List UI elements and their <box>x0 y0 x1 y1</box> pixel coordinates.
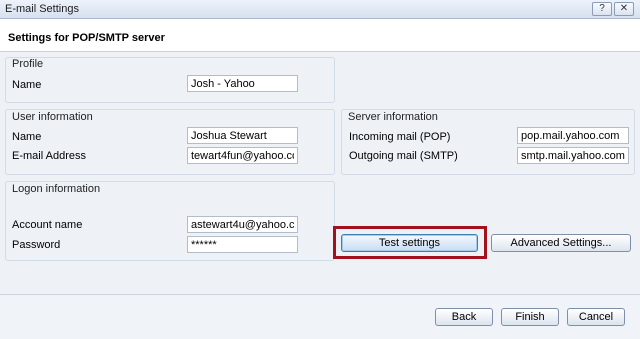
incoming-mail-label: Incoming mail (POP) <box>349 131 451 143</box>
user-name-label: Name <box>12 131 42 143</box>
advanced-settings-button[interactable]: Advanced Settings... <box>491 234 631 252</box>
user-name-input[interactable] <box>187 127 298 144</box>
finish-button[interactable]: Finish <box>501 308 559 326</box>
server-info-group-label: Server information <box>348 111 438 123</box>
cancel-button[interactable]: Cancel <box>567 308 625 326</box>
incoming-mail-input[interactable] <box>517 127 629 144</box>
email-address-label: E-mail Address <box>12 150 86 162</box>
user-info-group-label: User information <box>12 111 93 123</box>
close-icon[interactable]: ✕ <box>614 2 634 16</box>
profile-group-label: Profile <box>12 58 44 70</box>
page-header: Settings for POP/SMTP server <box>0 19 640 52</box>
account-name-label: Account name <box>12 219 83 231</box>
password-input[interactable] <box>187 236 298 253</box>
test-settings-highlight <box>333 226 487 259</box>
logon-info-group-label: Logon information <box>12 183 101 195</box>
help-icon[interactable]: ? <box>592 2 612 16</box>
outgoing-mail-label: Outgoing mail (SMTP) <box>349 150 458 162</box>
window-title: E-mail Settings <box>5 3 79 15</box>
profile-name-input[interactable] <box>187 75 298 92</box>
account-name-input[interactable] <box>187 216 298 233</box>
settings-panel: Profile Name User information Name E-mai… <box>0 52 640 294</box>
outgoing-mail-input[interactable] <box>517 147 629 164</box>
footer-bar: Back Finish Cancel <box>0 294 640 339</box>
password-label: Password <box>12 239 61 251</box>
back-button[interactable]: Back <box>435 308 493 326</box>
page-title: Settings for POP/SMTP server <box>8 32 165 44</box>
email-address-input[interactable] <box>187 147 298 164</box>
profile-name-label: Name <box>12 79 42 91</box>
title-bar: E-mail Settings ? ✕ <box>0 0 640 19</box>
